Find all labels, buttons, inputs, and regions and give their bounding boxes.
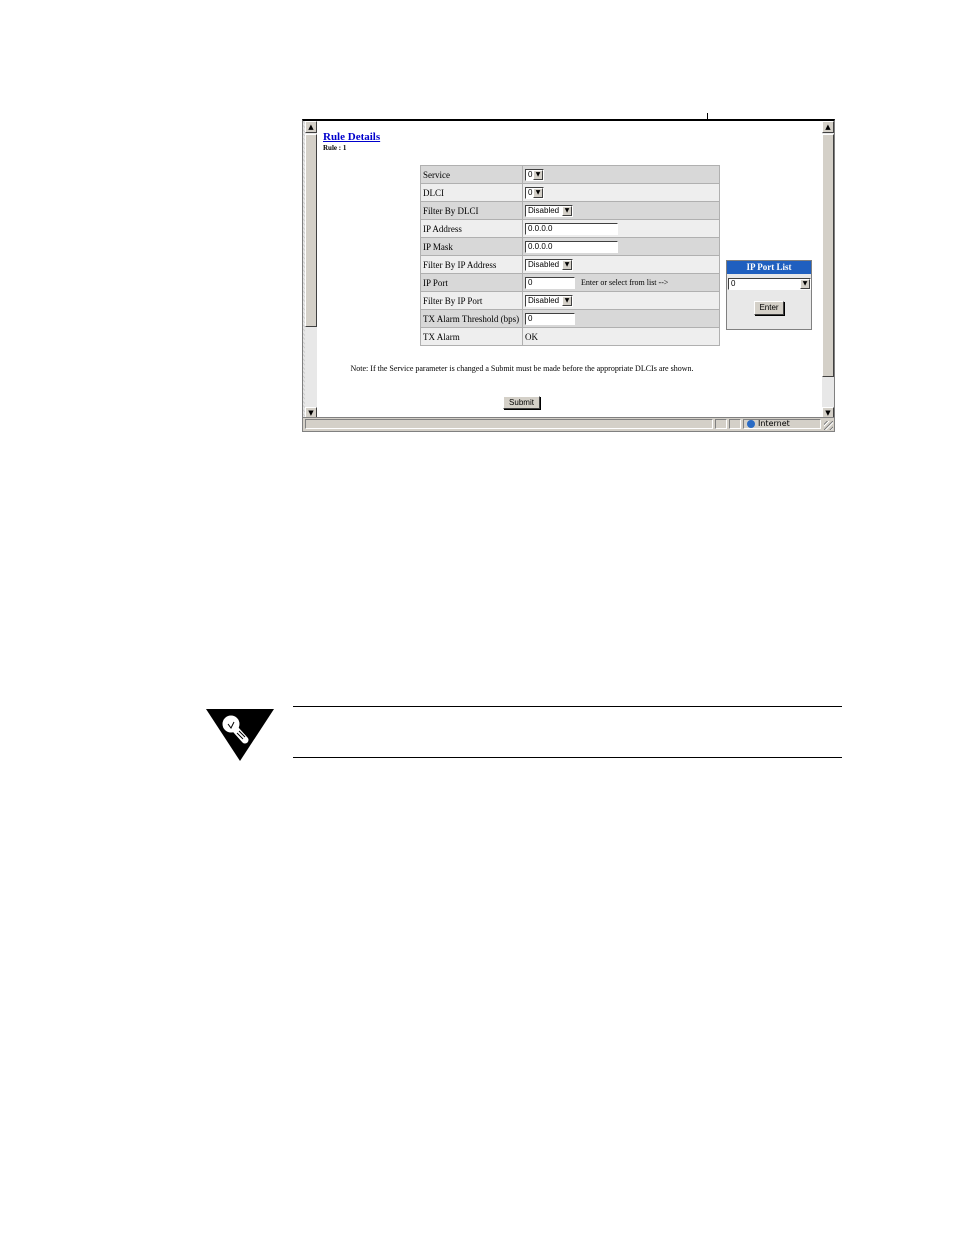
dlci-select[interactable]: 0 ▼ <box>525 186 544 199</box>
page-title[interactable]: Rule Details <box>323 131 380 143</box>
filter-by-ip-port-label: Filter By IP Port <box>420 291 523 310</box>
dlci-label: DLCI <box>420 183 523 202</box>
ip-port-list-title: IP Port List <box>727 261 811 274</box>
form-row-ip-address: IP Address 0.0.0.0 <box>420 219 720 238</box>
scrollbar-thumb[interactable] <box>305 134 317 327</box>
filter-by-ip-address-select[interactable]: Disabled ▼ <box>525 258 573 271</box>
tx-alarm-threshold-label: TX Alarm Threshold (bps) <box>420 309 523 328</box>
dropdown-arrow-icon: ▼ <box>800 279 810 289</box>
tx-alarm-threshold-input[interactable]: 0 <box>525 312 575 325</box>
dropdown-arrow-icon: ▼ <box>562 205 572 216</box>
form-row-filter-by-dlci: Filter By DLCI Disabled ▼ <box>420 201 720 220</box>
ip-port-label: IP Port <box>420 273 523 292</box>
status-zone-label: Internet <box>758 419 790 428</box>
form-row-filter-by-ip-address: Filter By IP Address Disabled ▼ <box>420 255 720 274</box>
service-label: Service <box>420 165 523 184</box>
left-frame-scrollbar[interactable]: ▲ ▼ <box>305 121 317 419</box>
browser-window: ▲ ▼ Rule Details Rule : 1 Service 0 ▼ DLC… <box>302 119 835 432</box>
form-row-service: Service 0 ▼ <box>420 165 720 184</box>
status-pane <box>715 419 727 429</box>
globe-icon <box>747 420 755 428</box>
lightbulb-tip-icon <box>206 709 274 761</box>
scroll-up-arrow-icon[interactable]: ▲ <box>822 121 834 133</box>
ip-port-input[interactable]: 0 <box>525 276 575 289</box>
form-row-ip-port: IP Port 0 Enter or select from list --> <box>420 273 720 292</box>
ip-address-input[interactable]: 0.0.0.0 <box>525 222 618 235</box>
rule-form-table: Service 0 ▼ DLCI 0 ▼ Filter By DLCI Disabl… <box>420 165 720 346</box>
filter-by-ip-port-select[interactable]: Disabled ▼ <box>525 294 573 307</box>
status-bar: Internet <box>303 417 834 431</box>
filter-by-dlci-label: Filter By DLCI <box>420 201 523 220</box>
status-pane <box>729 419 741 429</box>
dropdown-arrow-icon: ▼ <box>533 187 543 198</box>
service-select[interactable]: 0 ▼ <box>525 168 544 181</box>
tip-top-rule <box>293 706 842 707</box>
rule-number: Rule : 1 <box>323 144 347 152</box>
dropdown-arrow-icon: ▼ <box>562 259 572 270</box>
tx-alarm-value: OK <box>522 327 720 346</box>
scroll-up-arrow-icon[interactable]: ▲ <box>305 121 317 133</box>
main-scrollbar[interactable]: ▲ ▼ <box>822 121 834 419</box>
form-row-filter-by-ip-port: Filter By IP Port Disabled ▼ <box>420 291 720 310</box>
filter-by-dlci-select[interactable]: Disabled ▼ <box>525 204 573 217</box>
form-row-tx-alarm-threshold: TX Alarm Threshold (bps) 0 <box>420 309 720 328</box>
service-change-note: Note: If the Service parameter is change… <box>350 364 694 373</box>
dropdown-arrow-icon: ▼ <box>533 169 543 180</box>
submit-button[interactable]: Submit <box>503 396 540 409</box>
scrollbar-thumb[interactable] <box>822 134 834 377</box>
page-content: Rule Details Rule : 1 Service 0 ▼ DLCI 0 ▼… <box>319 121 819 417</box>
status-pane-main <box>305 419 713 429</box>
form-row-dlci: DLCI 0 ▼ <box>420 183 720 202</box>
resize-grip-icon[interactable] <box>824 421 833 430</box>
enter-button[interactable]: Enter <box>754 301 784 315</box>
ip-address-label: IP Address <box>420 219 523 238</box>
ip-port-list-select[interactable]: 0 ▼ <box>728 278 811 290</box>
tip-bottom-rule <box>293 757 842 758</box>
filter-by-ip-address-label: Filter By IP Address <box>420 255 523 274</box>
ip-port-list-panel: IP Port List 0 ▼ Enter <box>726 260 812 330</box>
tx-alarm-label: TX Alarm <box>420 327 523 346</box>
form-row-ip-mask: IP Mask 0.0.0.0 <box>420 237 720 256</box>
dropdown-arrow-icon: ▼ <box>562 295 572 306</box>
ip-mask-input[interactable]: 0.0.0.0 <box>525 240 618 253</box>
form-row-tx-alarm: TX Alarm OK <box>420 327 720 346</box>
ip-mask-label: IP Mask <box>420 237 523 256</box>
ip-port-hint: Enter or select from list --> <box>581 278 669 287</box>
